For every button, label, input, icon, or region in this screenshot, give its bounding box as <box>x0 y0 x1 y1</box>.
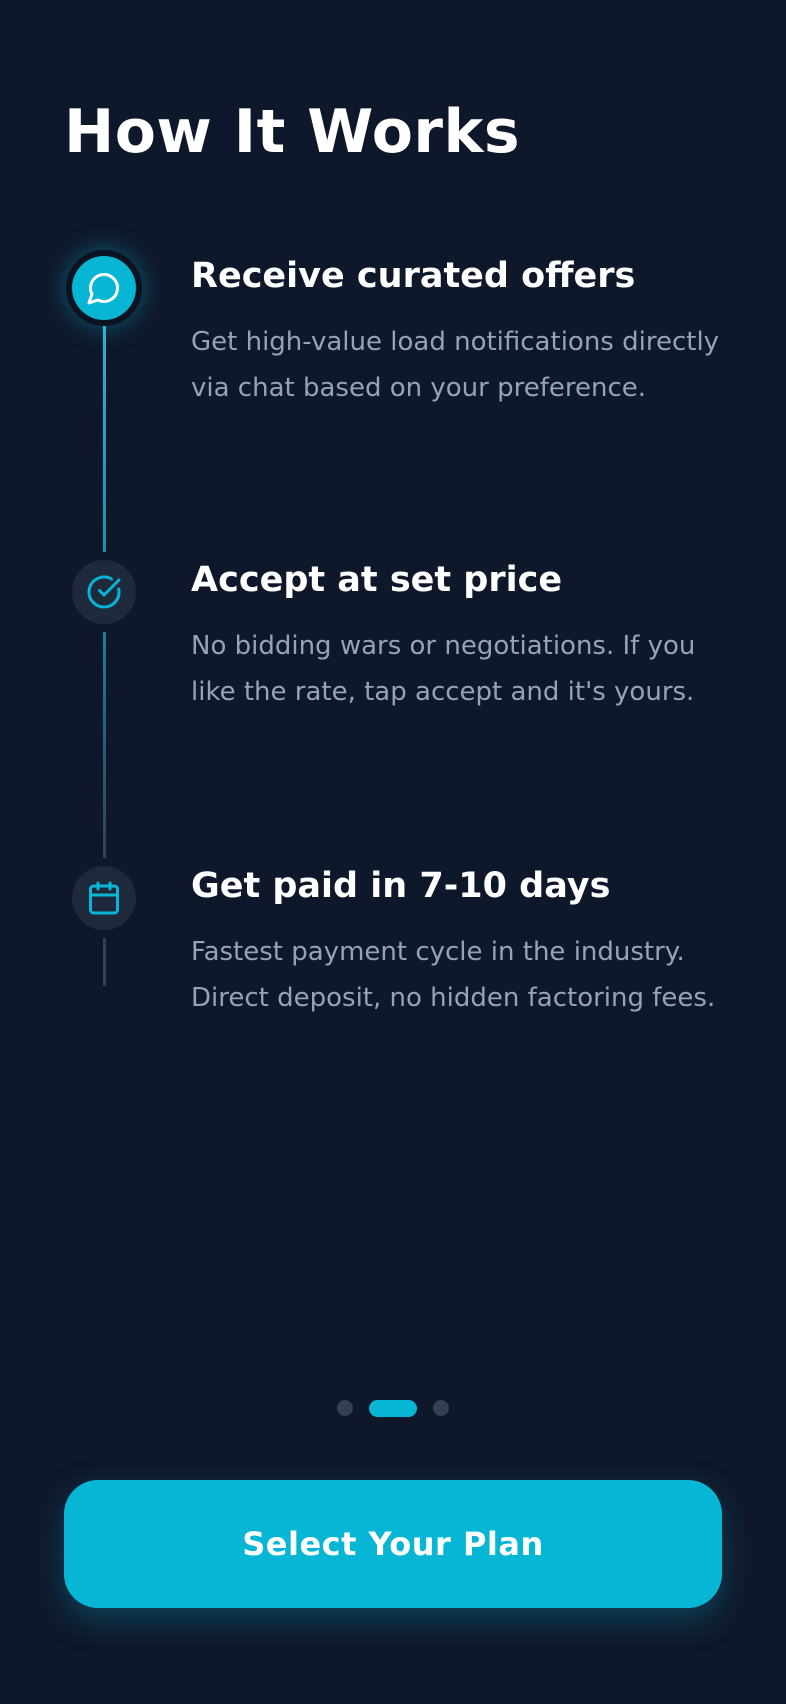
step-description: No bidding wars or negotiations. If you … <box>191 631 696 707</box>
step-title: Get paid in 7-10 days <box>191 866 611 906</box>
pagination-dot[interactable] <box>433 1400 449 1416</box>
pagination-dots <box>0 1399 786 1417</box>
pagination-dot-active[interactable] <box>369 1399 417 1417</box>
calendar-icon <box>89 881 119 915</box>
step-description: Get high-value load notifications direct… <box>191 327 720 403</box>
page-title: How It Works <box>64 97 521 167</box>
step-1-icon-circle <box>72 256 136 320</box>
step-connector-line <box>103 632 106 858</box>
step-title: Accept at set price <box>191 560 563 600</box>
step-connector-line <box>103 938 106 986</box>
step-2-icon-circle <box>72 560 136 624</box>
chat-bubble-icon <box>87 272 120 305</box>
step-connector-line <box>103 326 106 552</box>
pagination-dot[interactable] <box>337 1400 353 1416</box>
step-title: Receive curated offers <box>191 256 636 296</box>
check-circle-icon <box>87 575 121 609</box>
step-3-icon-circle <box>72 866 136 930</box>
step-description: Fastest payment cycle in the industry. D… <box>191 937 716 1013</box>
select-plan-button[interactable]: Select Your Plan <box>64 1480 722 1608</box>
